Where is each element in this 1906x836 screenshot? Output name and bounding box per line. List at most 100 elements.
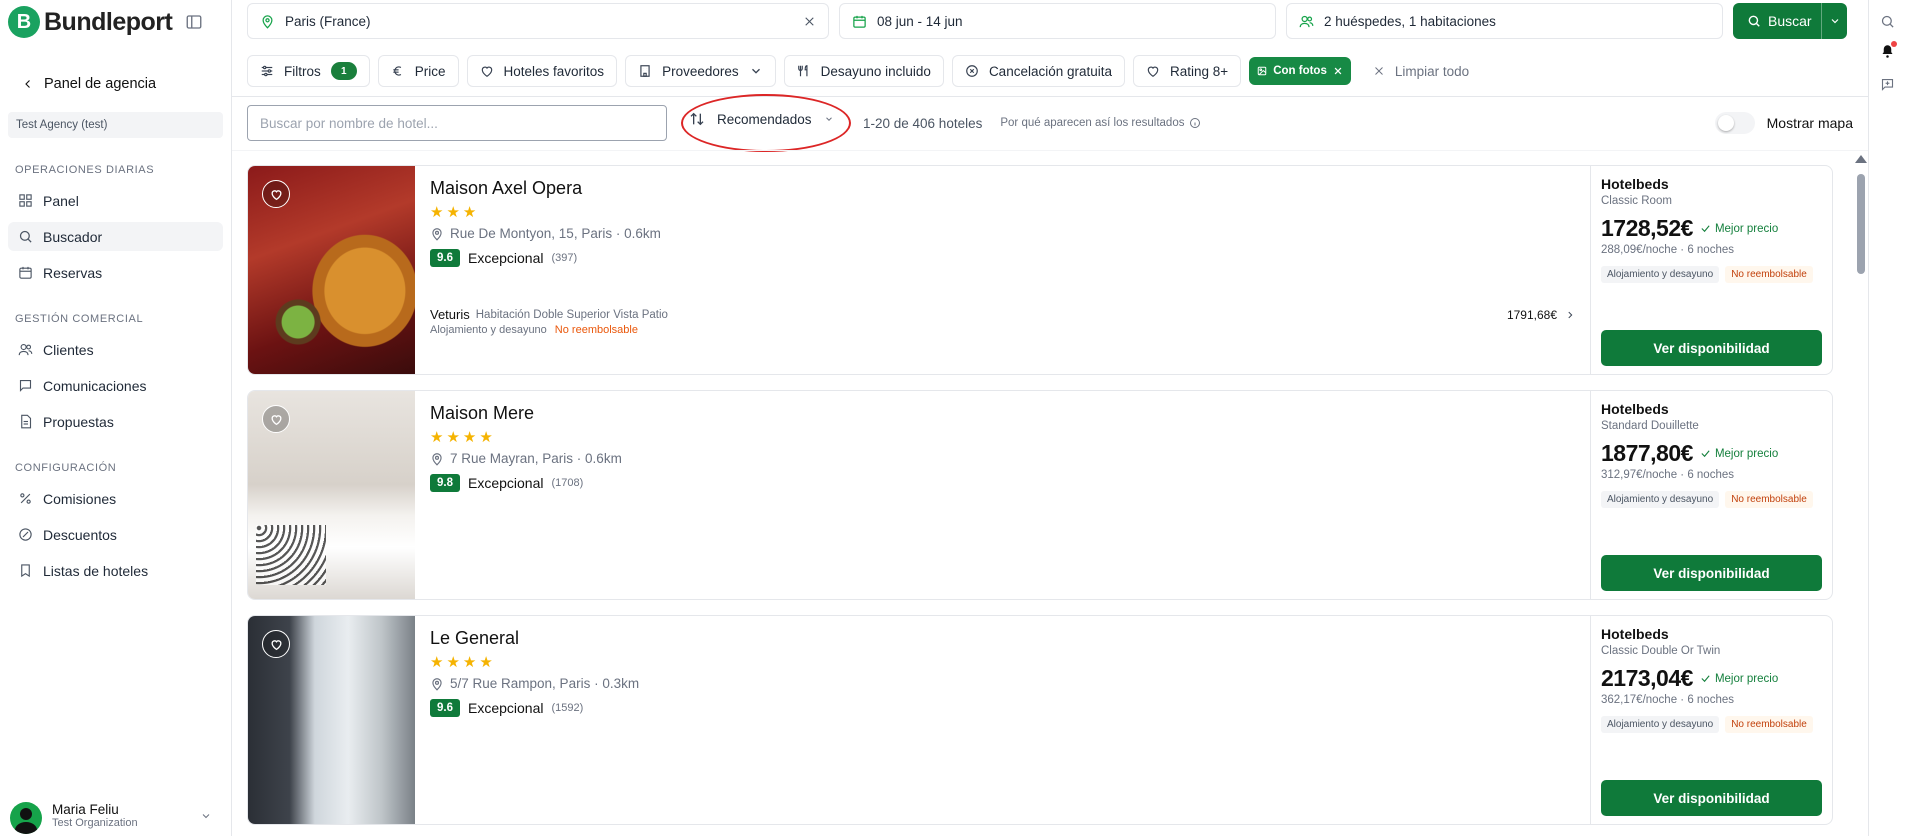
filter-chip-favoritos[interactable]: Hoteles favoritos xyxy=(466,55,618,87)
provider-name: Hotelbeds xyxy=(1601,176,1669,192)
hotel-name[interactable]: Le General xyxy=(430,628,1575,649)
filter-chip-desayuno[interactable]: Desayuno incluido xyxy=(783,55,944,87)
alternative-offer[interactable]: Veturis Habitación Doble Superior Vista … xyxy=(430,307,1575,336)
hotel-card[interactable]: Maison Axel Opera ★★★ Rue De Montyon, 15… xyxy=(247,165,1833,375)
review-count: (1592) xyxy=(551,702,584,714)
document-icon xyxy=(21,414,32,429)
alt-offer-bottom: Alojamiento y desayuno No reembolsable xyxy=(430,324,1575,336)
feedback-icon[interactable] xyxy=(1880,77,1895,92)
hotel-card[interactable]: Le General ★★★★ 5/7 Rue Rampon, Paris · … xyxy=(247,615,1833,825)
sidebar-item-propuestas[interactable]: Propuestas xyxy=(8,407,223,436)
user-menu[interactable]: Maria Feliu Test Organization xyxy=(0,794,232,836)
hotel-photo[interactable] xyxy=(248,391,415,599)
heart-icon xyxy=(271,414,281,425)
rating-label: Excepcional xyxy=(468,700,544,716)
sidebar-item-panel[interactable]: Panel xyxy=(8,186,223,215)
back-to-agency-panel[interactable]: Panel de agencia xyxy=(0,72,231,96)
section-title-gestion: GESTIÓN COMERCIAL xyxy=(15,313,144,325)
favorite-button[interactable] xyxy=(262,630,290,658)
heart-icon xyxy=(271,189,281,200)
sidebar-item-label: Comisiones xyxy=(43,490,117,507)
rating-row: 9.8 Excepcional (1708) xyxy=(430,474,1575,492)
sidebar-item-label: Descuentos xyxy=(43,526,117,543)
sidebar-item-comunicaciones[interactable]: Comunicaciones xyxy=(8,371,223,400)
search-button[interactable]: Buscar xyxy=(1733,3,1847,39)
search-button-label: Buscar xyxy=(1768,13,1812,29)
divider xyxy=(232,150,1868,151)
price-row: 2173,04€ Mejor precio xyxy=(1601,665,1822,692)
why-results-link[interactable]: Por qué aparecen así los resultados xyxy=(1000,117,1201,129)
show-map-toggle[interactable]: Mostrar mapa xyxy=(1714,112,1853,134)
hotel-name[interactable]: Maison Mere xyxy=(430,403,1575,424)
hotel-address: 7 Rue Mayran, Paris · 0.6km xyxy=(430,451,1575,466)
filter-chip-rating[interactable]: Rating 8+ xyxy=(1133,55,1242,87)
calendar-icon xyxy=(853,15,866,28)
search-icon[interactable] xyxy=(1880,14,1895,29)
search-icon xyxy=(1748,15,1760,27)
search-options-dropdown[interactable] xyxy=(1821,3,1847,39)
filters-label: Filtros xyxy=(284,63,321,79)
best-price-text: Mejor precio xyxy=(1714,672,1779,685)
chevron-down-icon xyxy=(751,68,760,74)
filters-row: Filtros 1 Price Hoteles favoritos Provee… xyxy=(247,55,1469,87)
heart-icon xyxy=(1147,66,1159,77)
hotel-name-search-input[interactable] xyxy=(247,105,667,141)
hotel-card[interactable]: Maison Mere ★★★★ 7 Rue Mayran, Paris · 0… xyxy=(247,390,1833,600)
view-availability-button[interactable]: Ver disponibilidad xyxy=(1601,555,1822,591)
agency-selector[interactable]: Test Agency (test) xyxy=(8,112,223,138)
sort-dropdown[interactable]: Recomendados xyxy=(689,111,834,127)
filter-chip-proveedores[interactable]: Proveedores xyxy=(625,55,776,87)
hotel-photo[interactable] xyxy=(248,616,415,824)
sidebar-item-listas-hoteles[interactable]: Listas de hoteles xyxy=(8,556,223,585)
favorite-button[interactable] xyxy=(262,405,290,433)
user-org: Test Organization xyxy=(52,817,138,829)
sidebar-item-reservas[interactable]: Reservas xyxy=(8,258,223,287)
notifications-button[interactable] xyxy=(1880,41,1897,62)
filter-chip-con-fotos-active[interactable]: Con fotos xyxy=(1249,57,1351,85)
close-icon[interactable] xyxy=(1333,66,1343,76)
results-scrollbar[interactable] xyxy=(1854,155,1868,836)
clear-all-filters[interactable]: Limpiar todo xyxy=(1373,64,1469,79)
sidebar-collapse-icon[interactable] xyxy=(185,13,203,31)
room-type: Classic Double Or Twin xyxy=(1601,645,1721,657)
hotel-info: Le General ★★★★ 5/7 Rue Rampon, Paris · … xyxy=(415,616,1590,824)
sidebar-item-comisiones[interactable]: Comisiones xyxy=(8,484,223,513)
filters-button[interactable]: Filtros 1 xyxy=(247,55,370,87)
hotel-address: Rue De Montyon, 15, Paris · 0.6km xyxy=(430,226,1575,241)
view-availability-button[interactable]: Ver disponibilidad xyxy=(1601,780,1822,816)
best-price-text: Mejor precio xyxy=(1714,447,1779,460)
heart-icon xyxy=(481,66,492,77)
filter-chip-cancelacion[interactable]: Cancelación gratuita xyxy=(951,55,1126,87)
destination-field[interactable]: Paris (France) xyxy=(247,3,829,39)
best-offer-panel: Hotelbeds Classic Double Or Twin 2173,04… xyxy=(1590,616,1832,824)
dates-value: 08 jun - 14 jun xyxy=(877,13,963,29)
search-button-main[interactable]: Buscar xyxy=(1733,3,1821,39)
total-price: 1877,80€ xyxy=(1601,440,1693,466)
hotel-photo[interactable] xyxy=(248,166,415,374)
hotel-stars: ★★★ xyxy=(430,204,480,221)
rating-label: Excepcional xyxy=(468,250,544,266)
filter-chip-label: Proveedores xyxy=(662,63,739,79)
total-price: 2173,04€ xyxy=(1601,665,1693,691)
filter-chip-price[interactable]: Price xyxy=(377,55,459,87)
brand-logo[interactable]: B Bundleport xyxy=(8,6,173,38)
close-icon[interactable] xyxy=(803,15,816,28)
sidebar-item-descuentos[interactable]: Descuentos xyxy=(8,520,223,549)
scroll-up-arrow[interactable] xyxy=(1855,155,1867,163)
best-price-label: Mejor precio xyxy=(1700,673,1778,685)
sidebar-item-clientes[interactable]: Clientes xyxy=(8,335,223,364)
map-switch[interactable] xyxy=(1714,112,1755,134)
close-icon xyxy=(1374,67,1383,75)
guests-field[interactable]: 2 huéspedes, 1 habitaciones xyxy=(1286,3,1723,39)
scroll-thumb[interactable] xyxy=(1857,174,1865,274)
hotel-name[interactable]: Maison Axel Opera xyxy=(430,178,1575,199)
sidebar-item-buscador[interactable]: Buscador xyxy=(8,222,223,251)
dates-field[interactable]: 08 jun - 14 jun xyxy=(839,3,1276,39)
address-text: 5/7 Rue Rampon, Paris · 0.3km xyxy=(450,676,640,691)
favorite-button[interactable] xyxy=(262,180,290,208)
filter-chip-label: Cancelación gratuita xyxy=(988,63,1113,79)
review-count: (1708) xyxy=(551,477,584,489)
alt-price: 1791,68€ xyxy=(1506,307,1557,322)
view-availability-button[interactable]: Ver disponibilidad xyxy=(1601,330,1822,366)
best-offer-panel: Hotelbeds Standard Douillette 1877,80€ M… xyxy=(1590,391,1832,599)
